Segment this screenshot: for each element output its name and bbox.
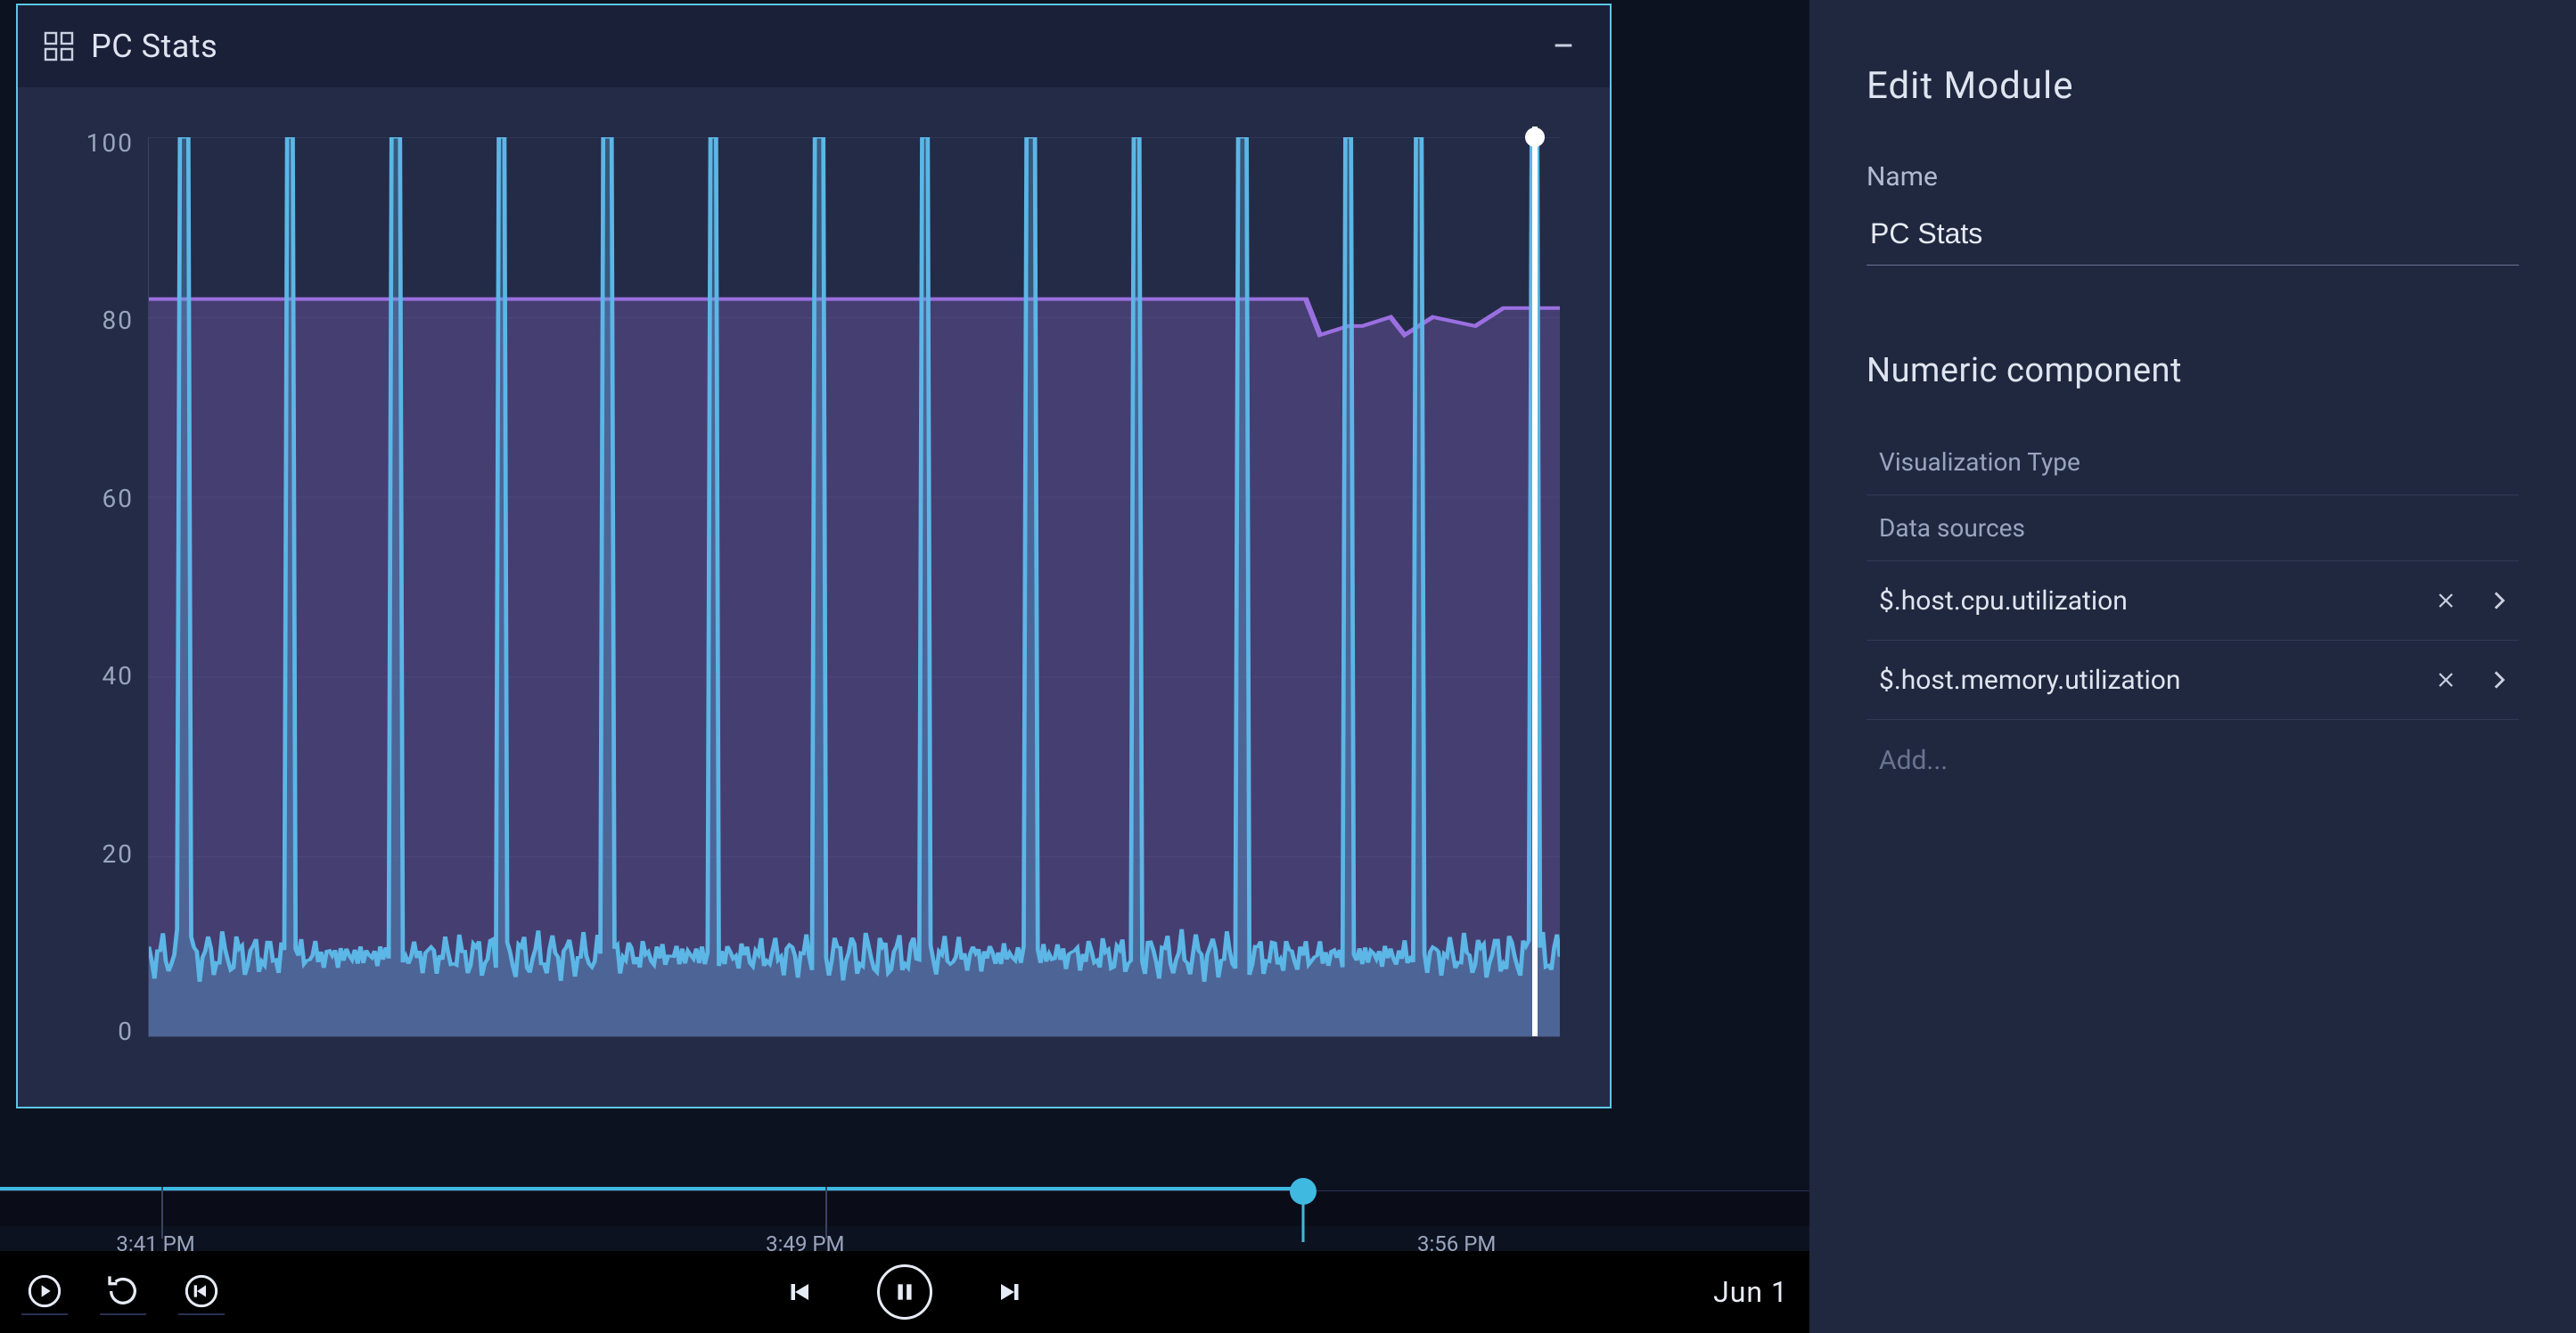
y-axis: 100 80 60 40 20 0 (52, 128, 134, 1046)
timeline-track[interactable] (0, 1190, 1809, 1226)
data-source-row[interactable]: $.host.cpu.utilization (1866, 561, 2519, 641)
visualization-type-label: Visualization Type (1879, 447, 2080, 477)
previous-button[interactable] (777, 1269, 824, 1315)
visualization-type-row[interactable]: Visualization Type (1866, 429, 2519, 495)
data-source-path: $.host.memory.utilization (1879, 665, 2408, 696)
add-data-source[interactable]: Add... (1866, 720, 2519, 801)
module-panel: PC Stats 100 80 60 40 20 0 (16, 4, 1612, 1108)
replay-button[interactable] (100, 1269, 146, 1315)
y-tick: 60 (52, 484, 134, 513)
y-tick: 80 (52, 306, 134, 335)
side-panel-heading: Edit Module (1866, 64, 2519, 108)
grid-layout-icon (43, 30, 75, 62)
date-label: Jun 1 (1713, 1275, 1788, 1309)
data-sources-header: Data sources (1866, 495, 2519, 561)
name-field-label: Name (1866, 161, 2519, 192)
plot-area[interactable] (148, 137, 1560, 1037)
chevron-right-icon[interactable] (2483, 664, 2515, 696)
playbar: Jun 1 (0, 1251, 1809, 1333)
main-area: PC Stats 100 80 60 40 20 0 (0, 0, 1809, 1333)
data-source-row[interactable]: $.host.memory.utilization (1866, 641, 2519, 720)
y-tick: 20 (52, 839, 134, 869)
remove-source-button[interactable] (2430, 585, 2462, 617)
y-tick: 40 (52, 661, 134, 691)
time-cursor-handle[interactable] (1525, 127, 1545, 147)
chart-body: 100 80 60 40 20 0 (18, 87, 1610, 1107)
module-name-input[interactable] (1866, 209, 2519, 266)
timeline[interactable]: 3:41 PM3:49 PM3:56 PM (0, 1171, 1809, 1242)
pause-button[interactable] (877, 1264, 932, 1320)
data-sources-label: Data sources (1879, 513, 2025, 543)
skip-start-button[interactable] (178, 1269, 225, 1315)
y-tick: 100 (52, 128, 134, 158)
data-source-path: $.host.cpu.utilization (1879, 585, 2408, 617)
timeline-playhead[interactable] (1290, 1178, 1317, 1205)
add-placeholder: Add... (1879, 745, 1948, 776)
y-tick: 0 (52, 1017, 134, 1046)
time-cursor[interactable] (1532, 127, 1538, 1036)
record-button[interactable] (21, 1269, 68, 1315)
side-panel: Edit Module Name Numeric component Visua… (1809, 0, 2576, 1333)
next-button[interactable] (986, 1269, 1032, 1315)
minimize-button[interactable] (1542, 25, 1585, 68)
numeric-component-heading: Numeric component (1866, 351, 2519, 390)
chevron-right-icon[interactable] (2483, 585, 2515, 617)
module-header: PC Stats (18, 5, 1610, 87)
module-title: PC Stats (91, 28, 1542, 65)
remove-source-button[interactable] (2430, 664, 2462, 696)
